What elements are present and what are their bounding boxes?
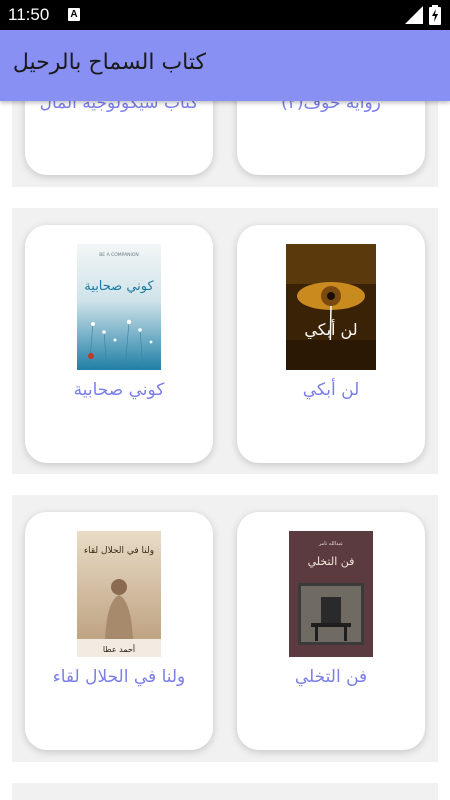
book-cover-title: لن أبكي (304, 319, 357, 340)
book-title: رواية حوف(٢) (281, 101, 381, 113)
book-cover-title: ولنا في الحلال لقاء (84, 546, 154, 556)
book-card[interactable]: ولنا في الحلال لقاء أحمد عطا ولنا في الح… (25, 512, 213, 750)
book-title: فن التخلي (294, 667, 368, 687)
signal-icon (405, 6, 423, 24)
status-bar: 11:50 A (0, 0, 450, 30)
page-title: كتاب السماح بالرحيل (12, 50, 206, 75)
book-title: كتاب سيكولوجية المال (39, 101, 199, 113)
book-card[interactable]: كتاب سيكولوجية المال (25, 101, 213, 175)
book-cover-image: ولنا في الحلال لقاء أحمد عطا (77, 531, 161, 657)
book-row (12, 783, 438, 800)
battery-charging-icon (429, 5, 441, 25)
book-cover-title: كوني صحابية (84, 279, 154, 294)
book-title: ولنا في الحلال لقاء (52, 667, 186, 687)
book-card[interactable]: عبدالله تامر فن التخلي فن التخلي (237, 512, 425, 750)
book-cover-image: BE A COMPANION كوني صحابية (77, 244, 161, 370)
book-cover-author: عبدالله تامر (318, 541, 343, 547)
book-title: كوني صحابية (73, 380, 165, 400)
book-card[interactable]: لن أبكي لن أبكي (237, 225, 425, 463)
book-cover-title: فن التخلي (308, 555, 355, 568)
status-time: 11:50 (8, 5, 50, 24)
book-title: لن أبكي (302, 380, 360, 400)
book-cover-subtitle: BE A COMPANION (99, 252, 139, 258)
book-cover-author: أحمد عطا (103, 644, 135, 654)
book-grid[interactable]: رواية حوف(٢) كتاب سيكولوجية المال لن أبك… (0, 101, 450, 800)
book-cover-image: لن أبكي (286, 244, 376, 370)
app-bar: كتاب السماح بالرحيل (0, 30, 450, 101)
book-card[interactable]: رواية حوف(٢) (237, 101, 425, 175)
book-card[interactable]: BE A COMPANION كوني صحابية كوني صحابية (25, 225, 213, 463)
notification-icon: A (68, 8, 80, 21)
book-cover-image: عبدالله تامر فن التخلي (289, 531, 373, 657)
